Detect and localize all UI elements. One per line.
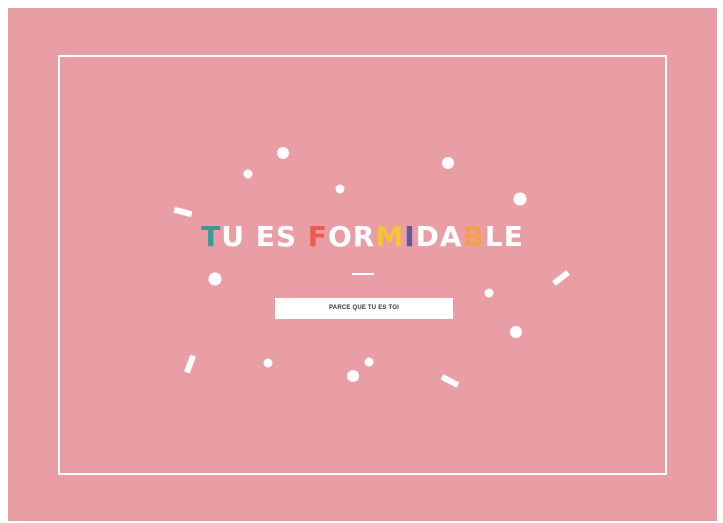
headline-title: TU ES FORMIDABLE	[8, 220, 717, 253]
headline-letter: U	[221, 220, 245, 253]
headline-letter: F	[307, 220, 328, 253]
confetti-dot	[347, 370, 359, 382]
headline-letter: B	[462, 220, 485, 253]
headline-letter: E	[503, 220, 524, 253]
headline-letter: D	[415, 220, 440, 253]
headline-letter	[297, 220, 308, 253]
confetti-dot	[263, 358, 273, 368]
headline-letter: S	[275, 220, 298, 253]
headline-letter: A	[439, 220, 463, 253]
confetti-strip	[552, 270, 570, 286]
confetti-dot	[335, 184, 345, 194]
card-background: TU ES FORMIDABLE PARCE QUE TU ES TOI	[8, 8, 717, 521]
confetti-dot	[513, 192, 527, 206]
confetti-decoration	[173, 147, 570, 388]
confetti-dot	[208, 272, 222, 286]
confetti-dot	[510, 326, 522, 338]
confetti-dot	[442, 157, 454, 169]
headline-letter: E	[255, 220, 276, 253]
headline-letter: O	[327, 220, 353, 253]
confetti-dot	[364, 357, 374, 367]
confetti-strip	[173, 206, 193, 218]
confetti-dot	[277, 147, 289, 159]
headline-letter: I	[404, 220, 416, 253]
confetti-strip	[440, 374, 460, 388]
headline-letter: R	[352, 220, 376, 253]
subtitle-banner-button[interactable]: PARCE QUE TU ES TOI	[275, 298, 453, 319]
confetti-dot	[243, 169, 253, 179]
headline-letter: L	[484, 220, 504, 253]
confetti-strip	[184, 354, 196, 374]
headline-letter: M	[375, 220, 405, 253]
divider-dash	[352, 273, 374, 275]
headline-letter	[245, 220, 256, 253]
headline-letter: T	[201, 220, 222, 253]
confetti-dot	[484, 288, 494, 298]
